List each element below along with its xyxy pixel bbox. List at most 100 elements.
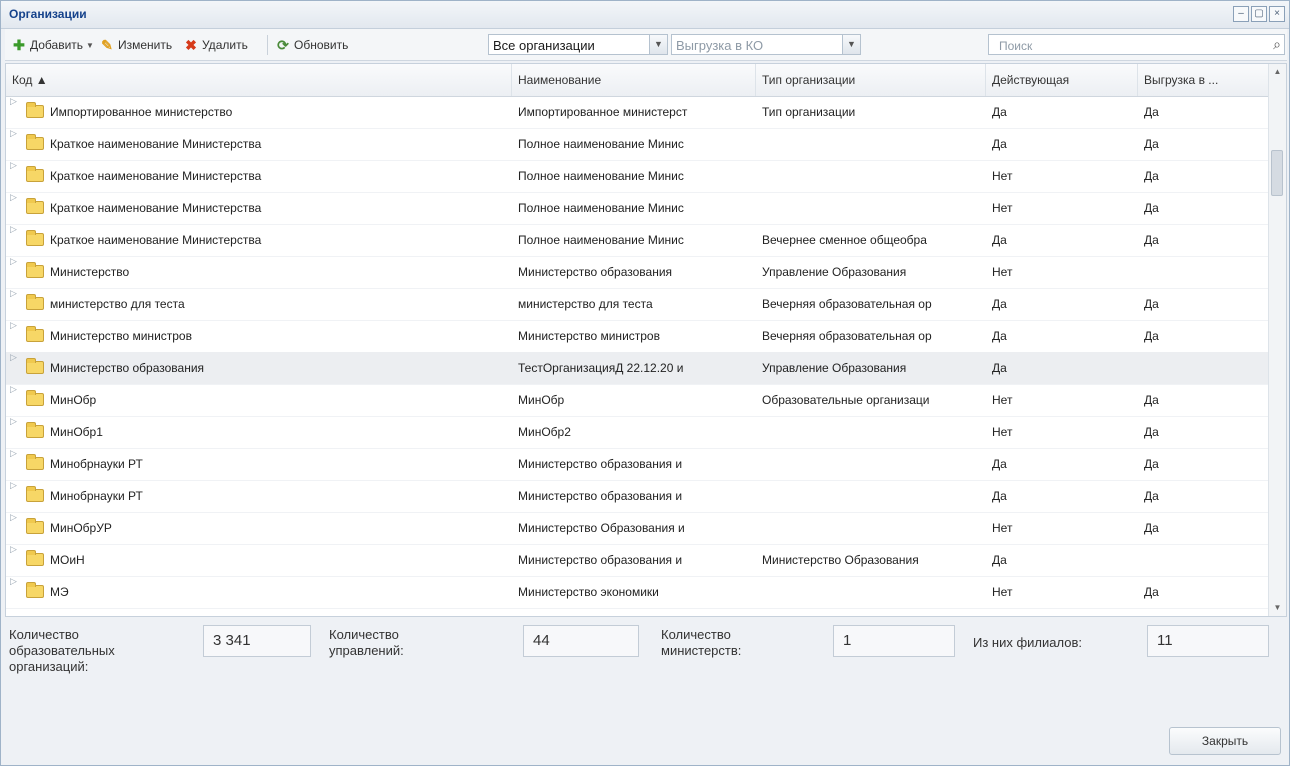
folder-icon [26, 486, 44, 502]
cell-export: Да [1144, 201, 1159, 215]
delete-label: Удалить [202, 38, 248, 52]
add-label: Добавить [30, 38, 84, 52]
cell-type: Тип организации [762, 105, 856, 119]
chevron-down-icon[interactable]: ▼ [842, 35, 860, 54]
export-filter-select[interactable]: Выгрузка в КО ▼ [671, 34, 861, 55]
cell-name: Министерство Образования и [518, 521, 685, 535]
expand-arrow-icon[interactable]: ▷ [10, 288, 17, 299]
folder-icon [26, 454, 44, 470]
ministries-count-value: 1 [833, 625, 955, 657]
cell-name: МинОбр [518, 393, 565, 407]
folder-icon [26, 198, 44, 214]
expand-arrow-icon[interactable]: ▷ [10, 128, 17, 139]
close-button[interactable]: Закрыть [1169, 727, 1281, 755]
expand-arrow-icon[interactable]: ▷ [10, 256, 17, 267]
organization-filter-select[interactable]: Все организации ▼ [488, 34, 668, 55]
maximize-button[interactable]: ▢ [1251, 6, 1267, 22]
cell-type [762, 160, 986, 192]
scroll-down-icon[interactable]: ▼ [1269, 600, 1286, 616]
table-row[interactable]: ▷ Министерство образования ТестОрганизация… [6, 352, 1270, 385]
column-header-type[interactable]: Тип организации [756, 64, 986, 96]
expand-arrow-icon[interactable]: ▷ [10, 384, 17, 395]
cell-name: Министерство образования [518, 265, 673, 279]
search-input[interactable]: Поиск ⌕ [988, 34, 1285, 55]
column-header-active[interactable]: Действующая [986, 64, 1138, 96]
folder-icon [26, 326, 44, 342]
expand-arrow-icon[interactable]: ▷ [10, 192, 17, 203]
cell-code: Минобрнауки РТ [50, 457, 143, 471]
cell-name: Министерство экономики [518, 585, 659, 599]
add-button[interactable]: ✚ Добавить ▼ [11, 36, 94, 54]
delete-button[interactable]: ✖ Удалить [183, 36, 248, 54]
folder-icon [26, 134, 44, 150]
folder-icon [26, 518, 44, 534]
expand-arrow-icon[interactable]: ▷ [10, 576, 17, 587]
table-row[interactable]: ▷ Краткое наименование Министерства Полное… [6, 224, 1270, 257]
cell-export: Да [1144, 297, 1159, 311]
cell-export: Да [1144, 489, 1159, 503]
table-row[interactable]: ▷ МинОбр1 МинОбр2 Нет Да [6, 416, 1270, 449]
table-row[interactable]: ▷ Минобрнауки РТ Министерство образования … [6, 480, 1270, 513]
table-row[interactable]: ▷ Министерство Министерство образования Упр… [6, 256, 1270, 289]
cell-active: Нет [992, 393, 1013, 407]
delete-icon: ✖ [185, 37, 197, 53]
scroll-up-icon[interactable]: ▲ [1269, 64, 1286, 80]
cell-export [1144, 544, 1270, 576]
table-row[interactable]: ▷ Краткое наименование Министерства Полное… [6, 192, 1270, 225]
expand-arrow-icon[interactable]: ▷ [10, 512, 17, 523]
cell-export: Да [1144, 457, 1159, 471]
cell-name: Министерство министров [518, 329, 660, 343]
edit-label: Изменить [118, 38, 173, 52]
cell-export: Да [1144, 137, 1159, 151]
cell-name: Министерство образования и [518, 457, 683, 471]
window-title: Организации [9, 7, 87, 21]
cell-name: министерство для теста [518, 297, 653, 311]
cell-code: Краткое наименование Министерства [50, 233, 262, 247]
chevron-down-icon[interactable]: ▼ [649, 35, 667, 54]
expand-arrow-icon[interactable]: ▷ [10, 480, 17, 491]
table-row[interactable]: ▷ МОиН Министерство образования и Министерс… [6, 544, 1270, 577]
table-row[interactable]: ▷ МинОбрУР Министерство Образования и Нет Да [6, 512, 1270, 545]
edit-button[interactable]: ✎ Изменить [99, 36, 172, 54]
expand-arrow-icon[interactable]: ▷ [10, 352, 17, 363]
column-header-name[interactable]: Наименование [512, 64, 756, 96]
cell-active: Да [992, 457, 1007, 471]
column-header-code[interactable]: Код ▲ [6, 64, 512, 96]
expand-arrow-icon[interactable]: ▷ [10, 96, 17, 107]
table-row[interactable]: ▷ МЭ Министерство экономики Нет Да [6, 576, 1270, 609]
expand-arrow-icon[interactable]: ▷ [10, 224, 17, 235]
refresh-button[interactable]: ⟳ Обновить [275, 36, 348, 54]
column-header-export[interactable]: Выгрузка в ... [1138, 64, 1270, 96]
table-row[interactable]: ▷ МинОбр МинОбр Образовательные организаци Н… [6, 384, 1270, 417]
cell-name: Министерство образования и [518, 489, 683, 503]
scrollbar-thumb[interactable] [1271, 150, 1283, 196]
table-row[interactable]: ▷ Краткое наименование Министерства Полное… [6, 160, 1270, 193]
cell-code: Краткое наименование Министерства [50, 201, 262, 215]
cell-active: Да [992, 329, 1007, 343]
table-row[interactable]: ▷ Импортированное министерство Импортирова… [6, 96, 1270, 129]
table-row[interactable]: ▷ министерство для теста министерство для … [6, 288, 1270, 321]
minimize-button[interactable]: – [1233, 6, 1249, 22]
table-row[interactable]: ▷ Министерство министров Министерство мини… [6, 320, 1270, 353]
branches-count-label: Из них филиалов: [973, 635, 1082, 650]
expand-arrow-icon[interactable]: ▷ [10, 544, 17, 555]
cell-export: Да [1144, 105, 1159, 119]
cell-type [762, 480, 986, 512]
window-titlebar[interactable]: Организации – ▢ × [1, 1, 1289, 29]
vertical-scrollbar[interactable]: ▲ ▼ [1268, 64, 1286, 616]
folder-icon [26, 550, 44, 566]
expand-arrow-icon[interactable]: ▷ [10, 160, 17, 171]
expand-arrow-icon[interactable]: ▷ [10, 416, 17, 427]
expand-arrow-icon[interactable]: ▷ [10, 448, 17, 459]
close-window-button[interactable]: × [1269, 6, 1285, 22]
search-icon[interactable]: ⌕ [1273, 36, 1281, 53]
table-row[interactable]: ▷ Минобрнауки РТ Министерство образования … [6, 448, 1270, 481]
edu-orgs-count-value: 3 341 [203, 625, 311, 657]
cell-active: Да [992, 361, 1007, 375]
cell-name: Полное наименование Минис [518, 201, 684, 215]
cell-name: Министерство образования и [518, 553, 683, 567]
table-row[interactable]: ▷ Краткое наименование Министерства Полное… [6, 128, 1270, 161]
pencil-icon: ✎ [101, 37, 113, 53]
expand-arrow-icon[interactable]: ▷ [10, 320, 17, 331]
organizations-grid: Код ▲ Наименование Тип организации Дейст… [5, 63, 1287, 617]
